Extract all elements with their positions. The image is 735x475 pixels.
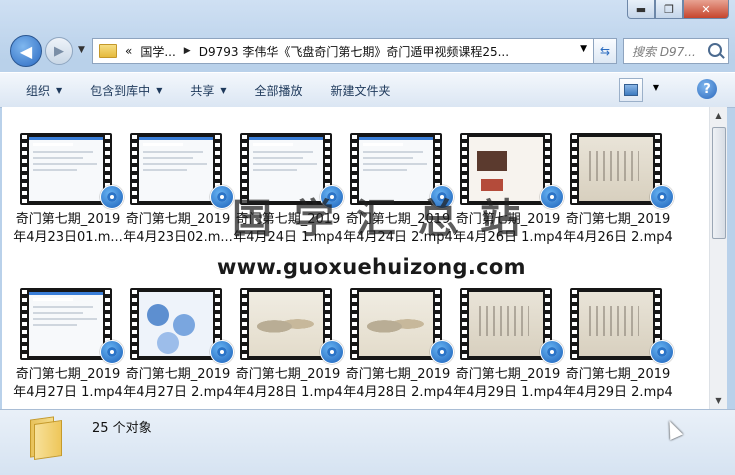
help-button[interactable]: ? [697,79,717,99]
breadcrumb-overflow[interactable]: « [125,44,132,58]
video-thumbnail [570,288,662,360]
folder-icon [99,44,117,58]
navigation-bar: ◀ ▶ ▼ « 国学... ▶ D9793 李伟华《飞盘奇门第七期》奇门遁甲视频… [0,33,735,67]
file-name-line1: 奇门第七期_2019 [565,367,671,382]
media-player-icon [100,340,124,364]
details-pane: 25 个对象 [0,409,735,475]
organize-label: 组织 [26,83,51,98]
media-player-icon [540,340,564,364]
command-bar: 组织 ▼ 包含到库中 ▼ 共享 ▼ 全部播放 新建文件夹 ▼ ? [0,72,735,108]
search-input[interactable]: 搜索 D97... [623,38,729,64]
search-placeholder: 搜索 D97... [632,44,696,59]
forward-button[interactable]: ▶ [45,37,73,65]
video-thumbnail [240,288,332,360]
media-player-icon [210,340,234,364]
chevron-down-icon: ▼ [220,85,227,95]
file-name: 奇门第七期_2019 年4月27日 1.mp4 [8,366,128,402]
file-name: 奇门第七期_2019 年4月26日 2.mp4 [558,211,678,247]
forward-arrow-icon: ▶ [54,43,64,59]
view-options-dropdown[interactable]: ▼ [653,83,659,92]
file-name-line1: 奇门第七期_2019 [15,367,121,382]
video-thumbnail [20,133,112,205]
file-name: 奇门第七期_2019 年4月27日 2.mp4 [118,366,238,402]
file-name-line1: 奇门第七期_2019 [345,367,451,382]
share-menu[interactable]: 共享 ▼ [176,82,240,99]
watermark-url: www.guoxuehuizong.com [217,255,526,279]
address-bar[interactable]: « 国学... ▶ D9793 李伟华《飞盘奇门第七期》奇门遁甲视频课程25..… [92,38,594,64]
breadcrumb-item-current[interactable]: D9793 李伟华《飞盘奇门第七期》奇门遁甲视频课程25... [199,43,509,60]
video-thumbnail [20,288,112,360]
media-player-icon [100,185,124,209]
back-arrow-icon: ◀ [19,41,33,61]
file-name: 奇门第七期_2019 年4月28日 1.mp4 [228,366,348,402]
file-name-line1: 奇门第七期_2019 [15,212,121,227]
breadcrumb-item-root[interactable]: 国学... [140,43,175,60]
file-name-line2: 年4月28日 2.mp4 [343,385,453,400]
file-name-line2: 年4月23日02.m... [123,230,233,245]
file-name-line2: 年4月28日 1.mp4 [233,385,343,400]
file-name-line2: 年4月26日 2.mp4 [563,230,673,245]
file-name-line2: 年4月29日 1.mp4 [453,385,563,400]
file-name-line1: 奇门第七期_2019 [125,212,231,227]
video-thumbnail [130,133,222,205]
address-dropdown[interactable]: ▼ [580,44,587,54]
file-name: 奇门第七期_2019 年4月29日 1.mp4 [448,366,568,402]
item-count: 25 个对象 [92,421,152,436]
scroll-down-icon[interactable]: ▼ [710,392,727,409]
refresh-icon: ⇆ [599,44,611,58]
file-name: 奇门第七期_2019 年4月23日01.m... [8,211,128,247]
file-name-line2: 年4月27日 2.mp4 [123,385,233,400]
change-view-button[interactable] [619,78,643,102]
refresh-button[interactable]: ⇆ [593,38,617,64]
vertical-scrollbar[interactable]: ▲ ▼ [709,107,727,409]
new-folder-button[interactable]: 新建文件夹 [317,82,405,99]
folder-icon [26,416,64,460]
video-thumbnail [130,288,222,360]
file-name-line1: 奇门第七期_2019 [235,367,341,382]
video-thumbnail [350,288,442,360]
file-name-line1: 奇门第七期_2019 [125,367,231,382]
mouse-cursor-icon [662,417,684,441]
include-in-library-label: 包含到库中 [90,83,151,98]
video-thumbnail [460,288,552,360]
file-name: 奇门第七期_2019 年4月28日 2.mp4 [338,366,458,402]
new-folder-label: 新建文件夹 [330,83,391,98]
play-all-label: 全部播放 [254,83,303,98]
file-name: 奇门第七期_2019 年4月23日02.m... [118,211,238,247]
file-name-line2: 年4月23日01.m... [13,230,123,245]
share-label: 共享 [190,83,215,98]
chevron-right-icon[interactable]: ▶ [184,46,191,56]
file-name-line2: 年4月29日 2.mp4 [563,385,673,400]
file-name-line1: 奇门第七期_2019 [565,212,671,227]
media-player-icon [320,340,344,364]
back-button[interactable]: ◀ [10,35,42,67]
explorer-window: ▬ ❐ ✕ ◀ ▶ ▼ « 国学... ▶ D9793 李伟华《飞盘奇门第七期》… [0,0,735,475]
maximize-button[interactable]: ❐ [655,0,683,19]
play-all-button[interactable]: 全部播放 [241,82,317,99]
search-icon[interactable] [708,43,722,57]
media-player-icon [210,185,234,209]
scrollbar-thumb[interactable] [712,127,726,239]
file-name: 奇门第七期_2019 年4月29日 2.mp4 [558,366,678,402]
file-name-line2: 年4月27日 1.mp4 [13,385,123,400]
media-player-icon [430,340,454,364]
media-player-icon [540,185,564,209]
organize-menu[interactable]: 组织 ▼ [0,82,76,99]
minimize-button[interactable]: ▬ [627,0,655,19]
close-button[interactable]: ✕ [683,0,729,19]
recent-pages-dropdown[interactable]: ▼ [78,45,85,55]
video-thumbnail [570,133,662,205]
file-name-line1: 奇门第七期_2019 [455,367,561,382]
media-player-icon [650,185,674,209]
media-player-icon [650,340,674,364]
include-in-library-menu[interactable]: 包含到库中 ▼ [76,82,176,99]
watermark-title: 国学汇总站 [232,195,542,242]
chevron-down-icon: ▼ [56,85,63,95]
scroll-up-icon[interactable]: ▲ [710,107,727,124]
chevron-down-icon: ▼ [156,85,163,95]
window-controls: ▬ ❐ ✕ [627,0,729,19]
